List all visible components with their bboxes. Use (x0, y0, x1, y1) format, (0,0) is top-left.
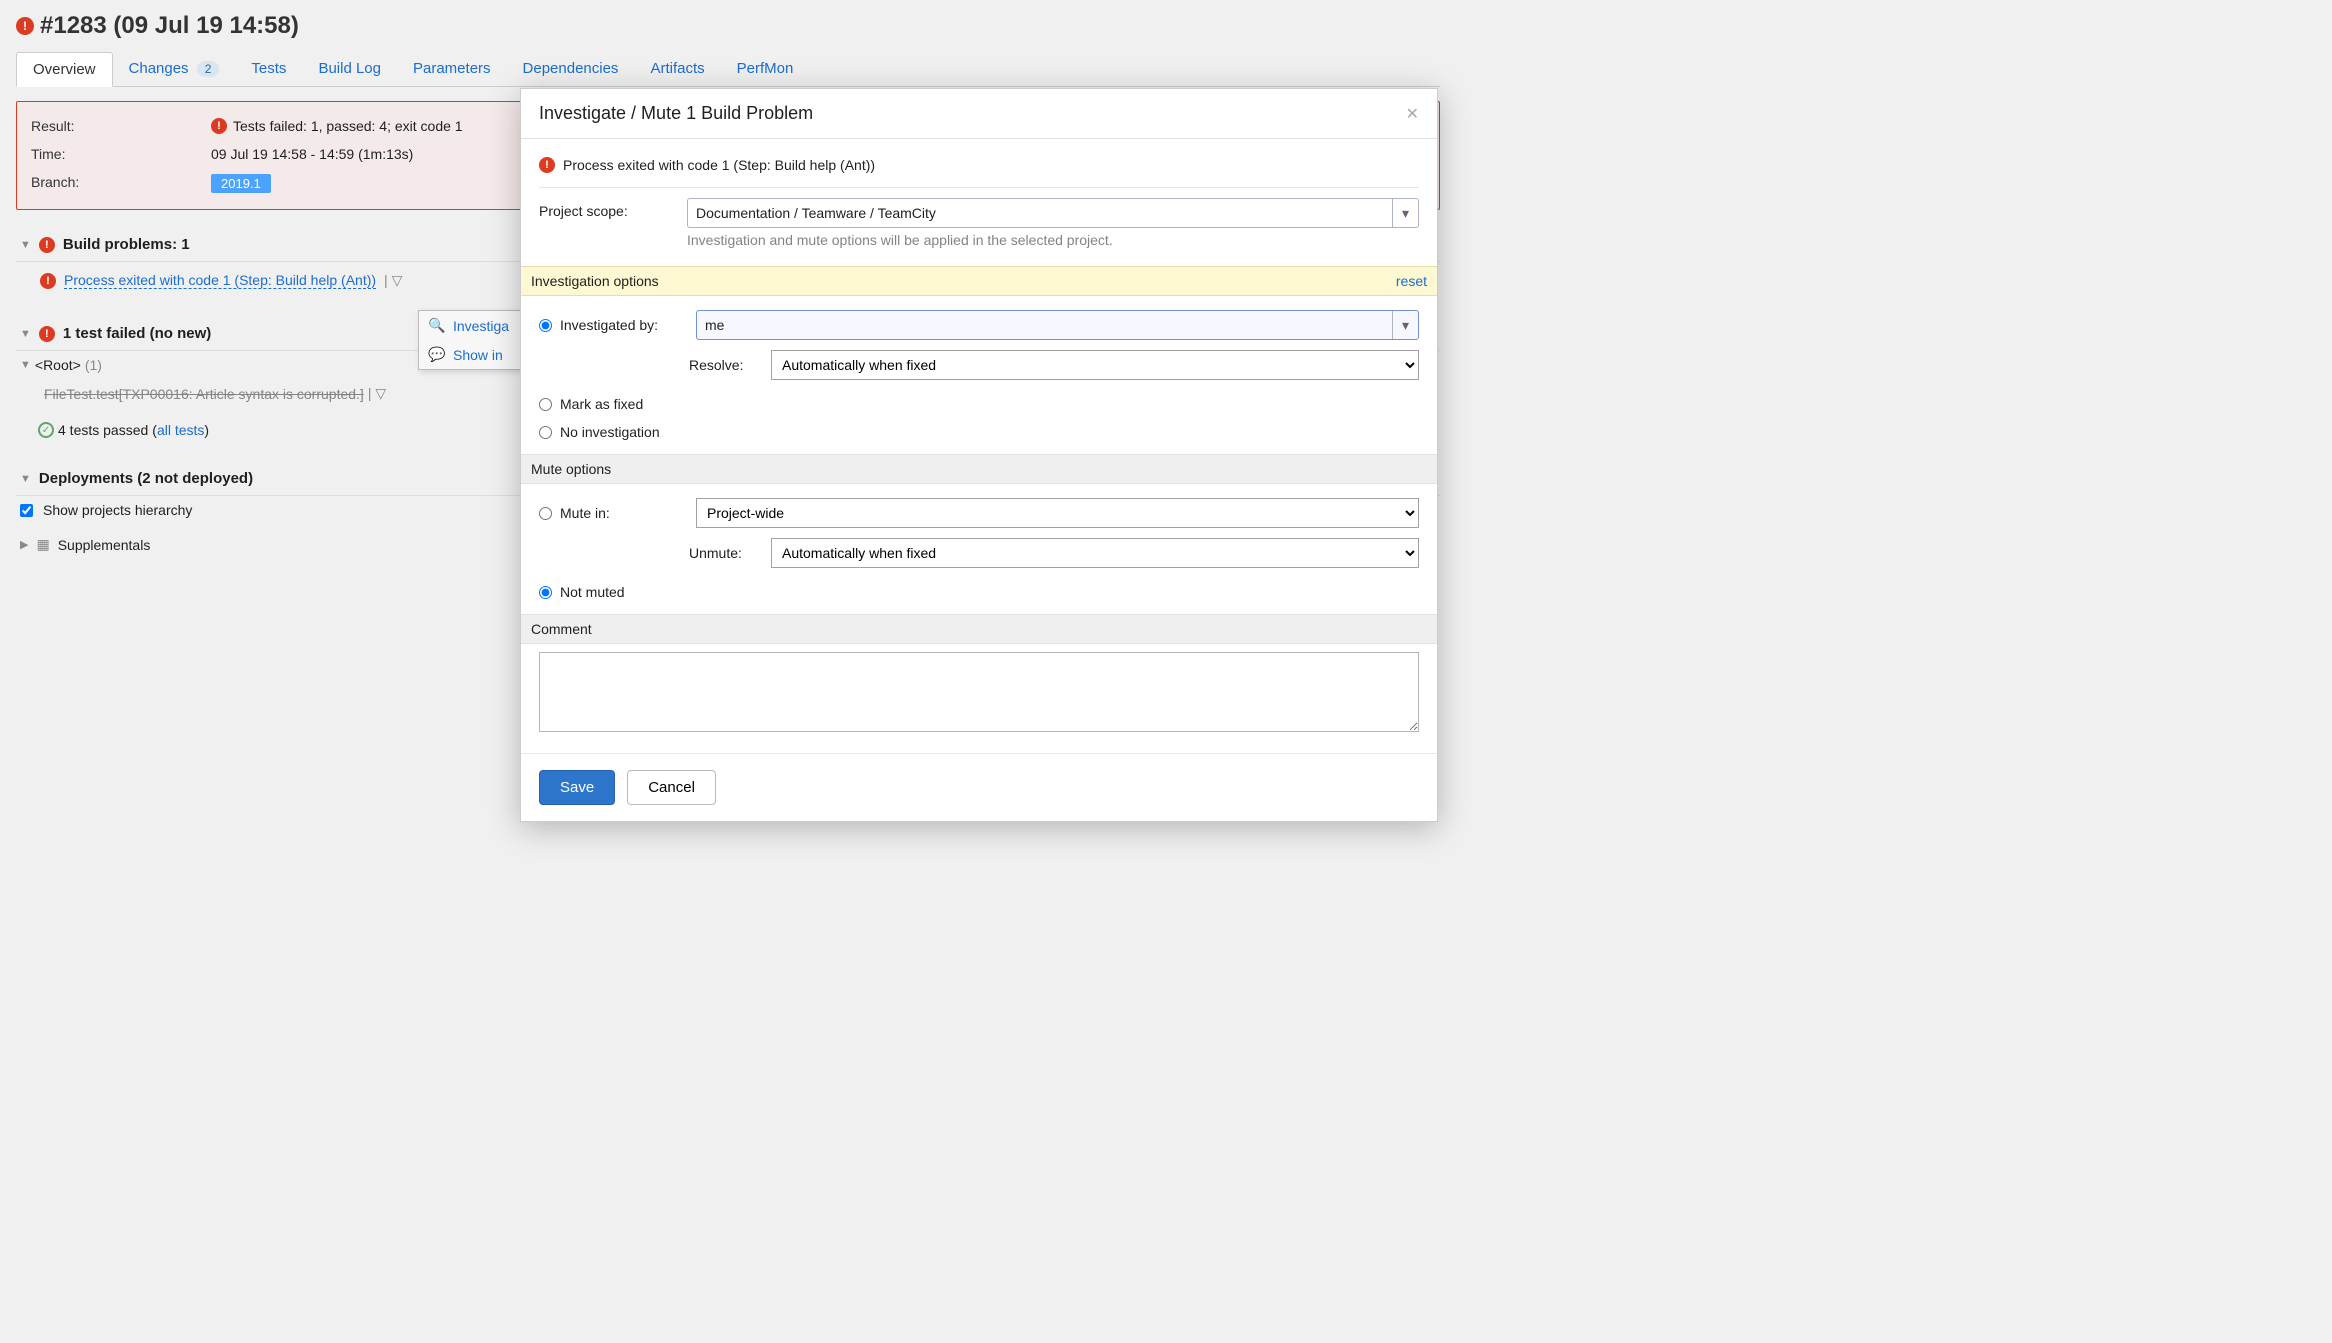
tests-failed-title: 1 test failed (no new) (63, 325, 211, 342)
project-scope-dropdown[interactable]: Documentation / Teamware / TeamCity ▾ (687, 198, 1419, 228)
close-icon[interactable]: ✕ (1406, 104, 1419, 124)
tabs-bar: Overview Changes 2 Tests Build Log Param… (16, 52, 1440, 87)
changes-count-badge: 2 (197, 61, 220, 77)
tab-tests[interactable]: Tests (235, 52, 302, 86)
mute-options-header: Mute options (531, 461, 611, 477)
comment-header: Comment (531, 621, 592, 637)
chevron-down-icon: ▼ (20, 473, 31, 485)
investigate-mute-dialog: Investigate / Mute 1 Build Problem ✕ ! P… (520, 88, 1438, 822)
time-value: 09 Jul 19 14:58 - 14:59 (1m:13s) (211, 146, 413, 162)
tree-root-count: (1) (85, 357, 102, 373)
grid-icon: ▦ (36, 536, 49, 553)
deployments-title: Deployments (2 not deployed) (39, 470, 253, 487)
unmute-select[interactable]: Automatically when fixed (771, 538, 1419, 568)
chat-icon: 💬 (429, 346, 445, 363)
comment-textarea[interactable] (539, 652, 1419, 732)
save-button[interactable]: Save (539, 770, 615, 805)
dialog-problem-text: Process exited with code 1 (Step: Build … (563, 157, 875, 173)
time-label: Time: (31, 146, 211, 162)
chevron-right-icon[interactable]: ▶ (20, 538, 28, 551)
tab-changes-label: Changes (129, 60, 189, 77)
result-label: Result: (31, 118, 211, 134)
error-icon: ! (539, 157, 555, 173)
tab-build-log[interactable]: Build Log (302, 52, 397, 86)
build-problems-title: Build problems: 1 (63, 236, 190, 253)
project-scope-label: Project scope: (539, 198, 679, 219)
build-title: #1283 (09 Jul 19 14:58) (40, 12, 299, 40)
mark-as-fixed-label: Mark as fixed (560, 396, 643, 412)
resolve-label: Resolve: (689, 357, 759, 373)
mute-in-label: Mute in: (560, 505, 688, 521)
mute-in-select[interactable]: Project-wide (696, 498, 1419, 528)
search-icon: 🔍 (429, 317, 445, 334)
show-hierarchy-checkbox[interactable] (20, 504, 33, 517)
investigated-by-value: me (705, 317, 724, 333)
tab-parameters[interactable]: Parameters (397, 52, 507, 86)
error-icon: ! (16, 17, 34, 35)
radio-mute-in[interactable] (539, 507, 552, 520)
tab-overview[interactable]: Overview (16, 52, 113, 87)
radio-no-investigation[interactable] (539, 426, 552, 439)
result-value: Tests failed: 1, passed: 4; exit code 1 (233, 118, 463, 134)
tab-perfmon[interactable]: PerfMon (721, 52, 810, 86)
radio-not-muted[interactable] (539, 586, 552, 599)
menu-showin-label: Show in (453, 347, 503, 363)
tab-artifacts[interactable]: Artifacts (634, 52, 720, 86)
test-menu-trigger[interactable]: | ▽ (368, 385, 386, 402)
tab-changes[interactable]: Changes 2 (113, 52, 236, 86)
error-icon: ! (39, 326, 55, 342)
problem-menu-trigger[interactable]: | ▽ (384, 272, 402, 289)
show-hierarchy-label: Show projects hierarchy (43, 502, 192, 518)
chevron-down-icon[interactable]: ▼ (20, 359, 31, 371)
build-problem-link[interactable]: Process exited with code 1 (Step: Build … (64, 272, 376, 289)
dialog-title: Investigate / Mute 1 Build Problem (539, 103, 813, 124)
reset-link[interactable]: reset (1396, 273, 1427, 289)
all-tests-link[interactable]: all tests (157, 422, 204, 438)
tree-root-label: <Root> (35, 357, 81, 373)
error-icon: ! (39, 237, 55, 253)
project-scope-hint: Investigation and mute options will be a… (687, 232, 1419, 248)
branch-pill[interactable]: 2019.1 (211, 174, 271, 193)
supplementals-label[interactable]: Supplementals (58, 537, 151, 553)
error-icon: ! (211, 118, 227, 134)
chevron-down-icon: ▾ (1392, 199, 1418, 227)
tab-dependencies[interactable]: Dependencies (507, 52, 635, 86)
radio-investigated-by[interactable] (539, 319, 552, 332)
chevron-down-icon: ▼ (20, 239, 31, 251)
not-muted-label: Not muted (560, 584, 625, 600)
menu-investigate-label: Investiga (453, 318, 509, 334)
investigated-by-dropdown[interactable]: me ▾ (696, 310, 1419, 340)
project-scope-value: Documentation / Teamware / TeamCity (696, 205, 936, 221)
investigation-options-header: Investigation options (531, 273, 659, 289)
resolve-select[interactable]: Automatically when fixed (771, 350, 1419, 380)
success-icon: ✓ (38, 422, 54, 438)
chevron-down-icon: ▾ (1392, 311, 1418, 339)
cancel-button[interactable]: Cancel (627, 770, 716, 805)
unmute-label: Unmute: (689, 545, 759, 561)
chevron-down-icon: ▼ (20, 328, 31, 340)
no-investigation-label: No investigation (560, 424, 660, 440)
radio-mark-as-fixed[interactable] (539, 398, 552, 411)
failed-test-name[interactable]: FileTest.test[TXP00016: Article syntax i… (44, 386, 364, 402)
error-icon: ! (40, 273, 56, 289)
branch-label: Branch: (31, 174, 211, 193)
tests-passed-text: 4 tests passed (58, 422, 148, 438)
page-title: ! #1283 (09 Jul 19 14:58) (16, 12, 1440, 40)
investigated-by-label: Investigated by: (560, 317, 688, 333)
